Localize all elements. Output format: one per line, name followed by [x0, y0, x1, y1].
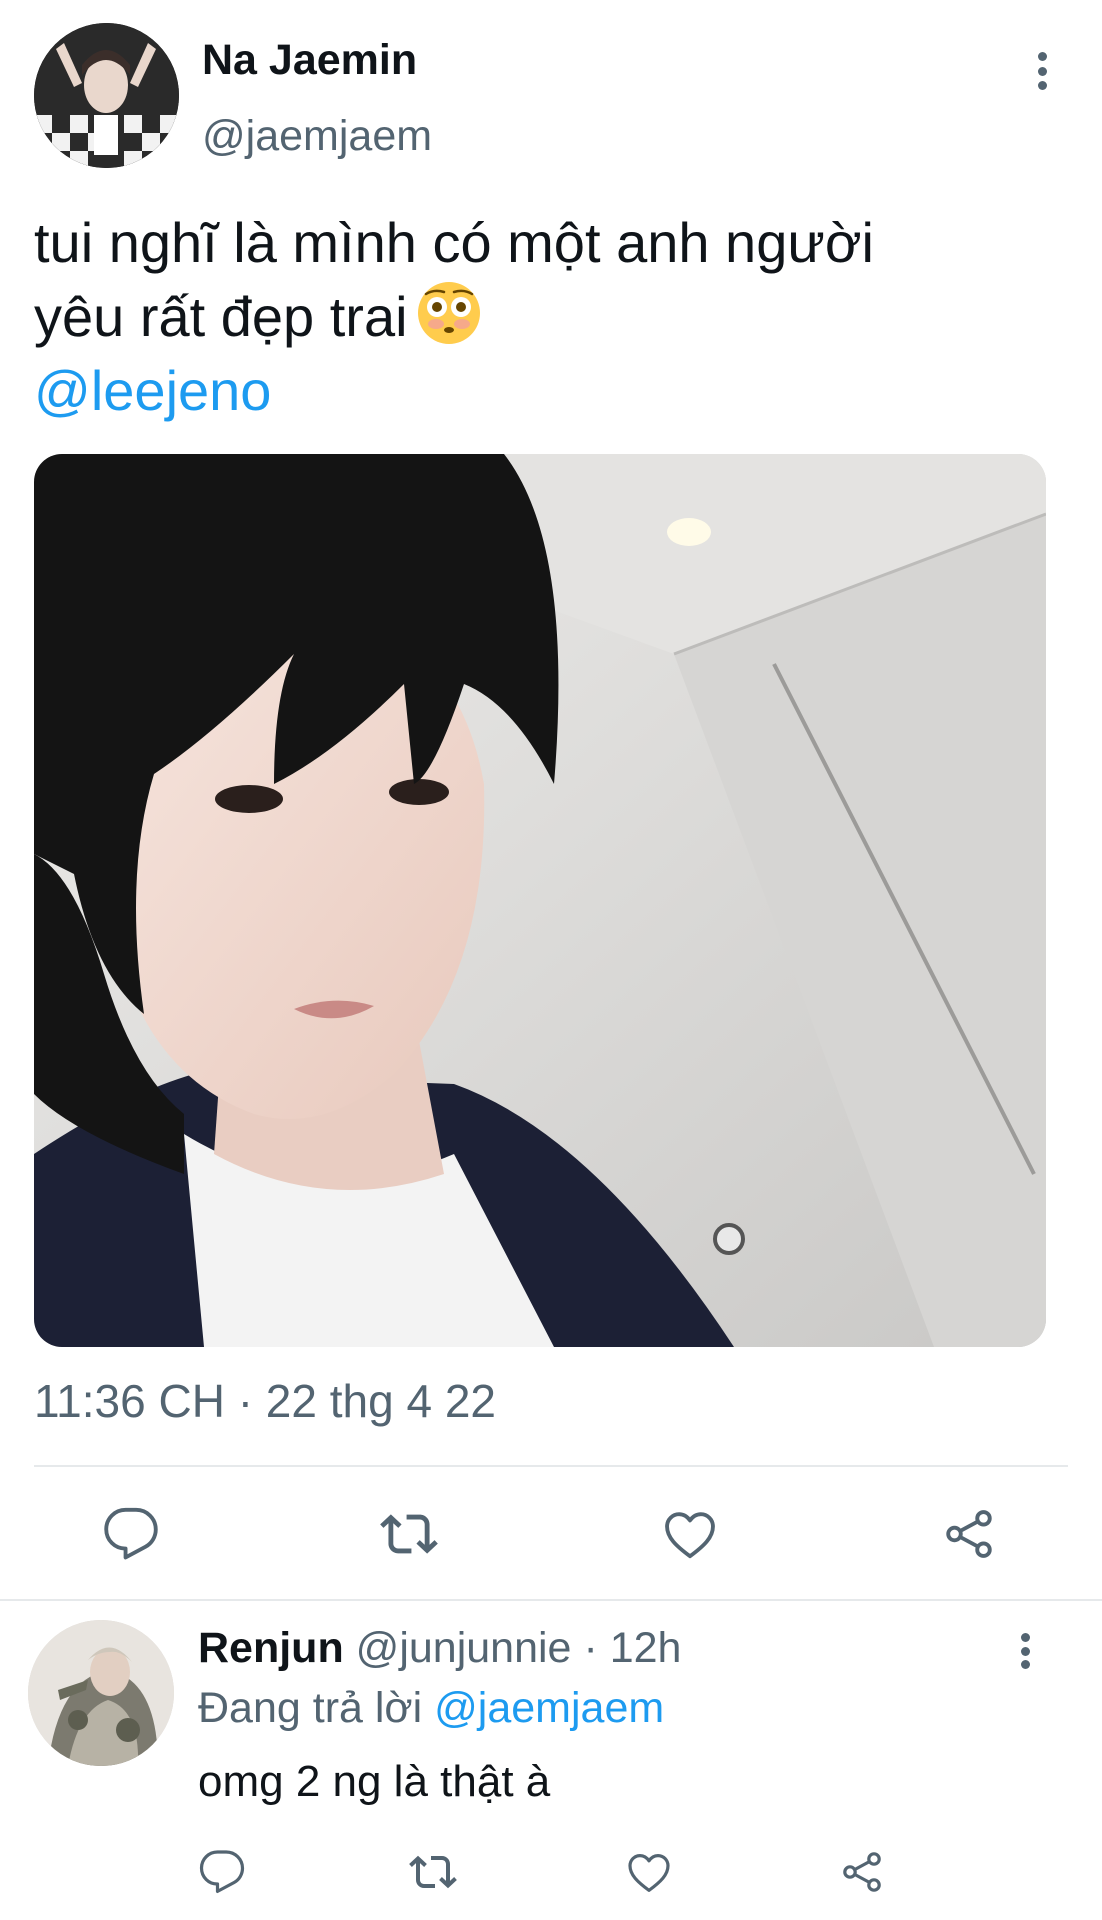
reply-button[interactable] [102, 1505, 160, 1568]
reply-author-name[interactable]: Renjun [198, 1624, 344, 1672]
avatar-image [34, 23, 179, 168]
tweet-text-line-2-content: yêu rất đẹp trai [34, 285, 408, 348]
tweet-text: tui nghĩ là mình có một anh người yêu rấ… [34, 206, 1054, 354]
author-avatar[interactable] [34, 23, 179, 168]
divider [34, 1465, 1068, 1467]
author-name[interactable]: Na Jaemin [202, 36, 417, 85]
retweet-icon [409, 1855, 457, 1889]
retweet-button[interactable] [380, 1505, 438, 1568]
replying-to: Đang trả lời @jaemjaem [198, 1684, 664, 1733]
retweet-icon [380, 1514, 438, 1554]
heart-icon [628, 1854, 670, 1892]
share-icon [843, 1852, 881, 1892]
reply-header: Renjun @junjunnie · 12h [198, 1624, 681, 1673]
avatar-image [28, 1620, 174, 1766]
reply-time: · 12h [583, 1624, 682, 1672]
mention-link[interactable]: @leejeno [34, 354, 271, 428]
share-icon [946, 1510, 992, 1558]
tweet-photo[interactable] [34, 454, 1046, 1347]
replying-to-label: Đang trả lời [198, 1684, 423, 1732]
tweet-timestamp[interactable]: 11:36 CH · 22 thg 4 22 [34, 1374, 496, 1428]
flushed-face-emoji-icon [417, 282, 480, 344]
tweet-text-line-1: tui nghĩ là mình có một anh người [34, 211, 874, 274]
more-options-icon[interactable] [1005, 1630, 1045, 1672]
tweet-text-line-2: yêu rất đẹp trai [34, 280, 1054, 354]
divider [0, 1599, 1102, 1601]
replying-to-mention[interactable]: @jaemjaem [434, 1684, 664, 1732]
reply-text: omg 2 ng là thật à [198, 1757, 551, 1806]
reply-author-avatar[interactable] [28, 1620, 174, 1766]
reply-icon [104, 1507, 158, 1560]
reply-icon [199, 1850, 245, 1893]
reply-like-button[interactable] [625, 1848, 673, 1901]
reply-author-handle[interactable]: @junjunnie [356, 1624, 572, 1672]
author-handle[interactable]: @jaemjaem [202, 112, 432, 161]
more-options-icon[interactable] [1022, 48, 1062, 94]
heart-icon [665, 1512, 715, 1559]
share-button[interactable] [940, 1505, 998, 1568]
like-button[interactable] [661, 1505, 719, 1568]
reply-share-button[interactable] [838, 1848, 886, 1901]
reply-retweet-button[interactable] [409, 1848, 457, 1901]
photo-image [34, 454, 1046, 1347]
reply-reply-button[interactable] [198, 1848, 246, 1901]
